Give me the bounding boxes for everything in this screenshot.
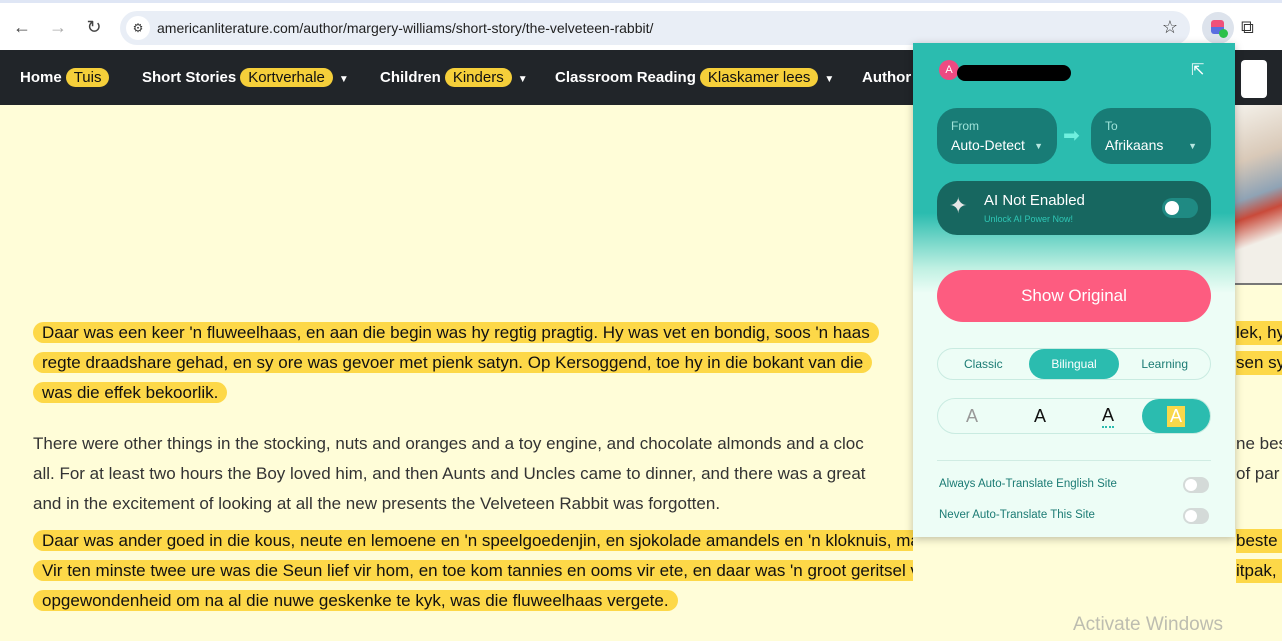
arrow-right-icon: ➡ xyxy=(1063,125,1080,147)
line-text-right: lek, hy xyxy=(1236,321,1282,345)
star-icon[interactable]: ☆ xyxy=(1162,17,1178,38)
translated-line: was die effek bekoorlik. xyxy=(33,381,913,405)
mode-switch: Classic Bilingual Learning xyxy=(937,348,1211,380)
line-text: Daar was ander goed in die kous, neute e… xyxy=(33,530,913,551)
tab-learning[interactable]: Learning xyxy=(1119,349,1210,379)
original-line: and in the excitement of looking at all … xyxy=(33,492,913,516)
style-underline-label: A xyxy=(1101,405,1114,428)
always-translate-toggle[interactable] xyxy=(1183,477,1209,493)
divider xyxy=(937,460,1211,461)
line-text: opgewondenheid om na al die nuwe geskenk… xyxy=(33,590,678,611)
extension-icon[interactable] xyxy=(1202,12,1234,44)
style-plain[interactable]: A xyxy=(938,399,1006,433)
caret-down-icon: ▼ xyxy=(824,74,835,85)
original-line: There were other things in the stocking,… xyxy=(33,432,913,456)
nav-label: Children xyxy=(380,69,441,86)
windows-watermark: Activate Windows xyxy=(1073,614,1223,635)
from-label: From xyxy=(951,119,979,133)
to-label: To xyxy=(1105,119,1118,133)
translated-line: Daar was een keer 'n fluweelhaas, en aan… xyxy=(33,321,913,345)
site-settings-icon[interactable]: ⚙ xyxy=(126,16,150,40)
line-text: and in the excitement of looking at all … xyxy=(33,494,721,513)
nav-classroom-reading[interactable]: Classroom Reading Klaskamer lees ▼ xyxy=(555,68,835,87)
option-always-translate: Always Auto-Translate English Site xyxy=(939,478,1117,490)
nav-label: Author xyxy=(862,69,912,86)
line-text: There were other things in the stocking,… xyxy=(33,434,864,453)
nav-label: Short Stories xyxy=(142,69,237,86)
nav-search-box[interactable] xyxy=(1241,60,1267,98)
nav-children[interactable]: Children Kinders ▼ xyxy=(380,68,528,87)
tab-bilingual[interactable]: Bilingual xyxy=(1028,349,1120,379)
nav-translation: Kinders xyxy=(444,68,512,87)
line-text-right: ne bes xyxy=(1236,434,1282,453)
style-bold[interactable]: A xyxy=(1006,399,1074,433)
nav-short-stories[interactable]: Short Stories Kortverhale ▼ xyxy=(142,68,349,87)
ai-toggle[interactable] xyxy=(1162,198,1198,218)
line-text: was die effek bekoorlik. xyxy=(33,382,228,403)
puzzle-icon[interactable]: ⧉ xyxy=(1241,17,1254,38)
forward-icon[interactable]: → xyxy=(46,15,70,39)
style-underline[interactable]: A xyxy=(1074,399,1142,433)
line-text-right: beste van xyxy=(1236,529,1282,553)
caret-down-icon: ▼ xyxy=(517,74,528,85)
caret-down-icon: ▼ xyxy=(1034,141,1043,151)
translated-line: Daar was ander goed in die kous, neute e… xyxy=(33,529,913,553)
never-translate-toggle[interactable] xyxy=(1183,508,1209,524)
translated-line: regte draadshare gehad, en sy ore was ge… xyxy=(33,351,913,375)
nav-author[interactable]: Author xyxy=(862,69,911,86)
from-language-select[interactable]: From Auto-Detect ▼ xyxy=(937,108,1057,164)
line-text-right: sen sy xyxy=(1236,351,1282,375)
nav-translation: Kortverhale xyxy=(240,68,333,87)
url-text[interactable]: americanliterature.com/author/margery-wi… xyxy=(157,20,653,36)
translated-line: opgewondenheid om na al die nuwe geskenk… xyxy=(33,589,913,613)
line-text-right: itpak, en in xyxy=(1236,559,1282,583)
sparkle-icon: ✦ xyxy=(949,193,968,218)
reload-icon[interactable]: ↻ xyxy=(82,15,106,39)
line-text: regte draadshare gehad, en sy ore was ge… xyxy=(33,352,873,373)
caret-down-icon: ▼ xyxy=(338,74,349,85)
ai-panel: ✦ AI Not Enabled Unlock AI Power Now! xyxy=(937,181,1211,235)
nav-label: Home xyxy=(20,69,62,86)
nav-label: Classroom Reading xyxy=(555,69,696,86)
nav-home[interactable]: Home Tuis xyxy=(20,68,110,87)
redacted-username xyxy=(957,65,1071,81)
style-highlight[interactable]: A xyxy=(1142,399,1210,433)
line-text: Vir ten minste twee ure was die Seun lie… xyxy=(33,560,913,581)
line-text: Daar was een keer 'n fluweelhaas, en aan… xyxy=(33,322,879,343)
nav-translation: Tuis xyxy=(65,68,110,87)
style-highlight-label: A xyxy=(1166,405,1185,427)
share-icon[interactable]: ⇱ xyxy=(1191,60,1204,80)
story-illustration xyxy=(1235,105,1282,285)
line-text-right: of par xyxy=(1236,464,1280,483)
show-original-button[interactable]: Show Original xyxy=(937,270,1211,322)
original-line: all. For at least two hours the Boy love… xyxy=(33,462,913,486)
translate-popup: A ⇱ From Auto-Detect ▼ ➡ To Afrikaans ▼ … xyxy=(913,43,1235,537)
tab-classic[interactable]: Classic xyxy=(938,349,1029,379)
option-never-translate: Never Auto-Translate This Site xyxy=(939,509,1095,521)
ai-title: AI Not Enabled xyxy=(984,192,1085,209)
caret-down-icon: ▼ xyxy=(1188,141,1197,151)
to-language-select[interactable]: To Afrikaans ▼ xyxy=(1091,108,1211,164)
style-switch: A A A A xyxy=(937,398,1211,434)
translated-line: Vir ten minste twee ure was die Seun lie… xyxy=(33,559,913,583)
ai-subtitle[interactable]: Unlock AI Power Now! xyxy=(984,214,1073,224)
from-value: Auto-Detect xyxy=(951,137,1025,153)
address-bar[interactable]: ⚙ americanliterature.com/author/margery-… xyxy=(120,11,1190,45)
to-value: Afrikaans xyxy=(1105,137,1164,153)
avatar[interactable]: A xyxy=(939,60,959,80)
line-text: all. For at least two hours the Boy love… xyxy=(33,464,866,483)
nav-translation: Klaskamer lees xyxy=(699,68,819,87)
back-icon[interactable]: ← xyxy=(10,15,34,39)
